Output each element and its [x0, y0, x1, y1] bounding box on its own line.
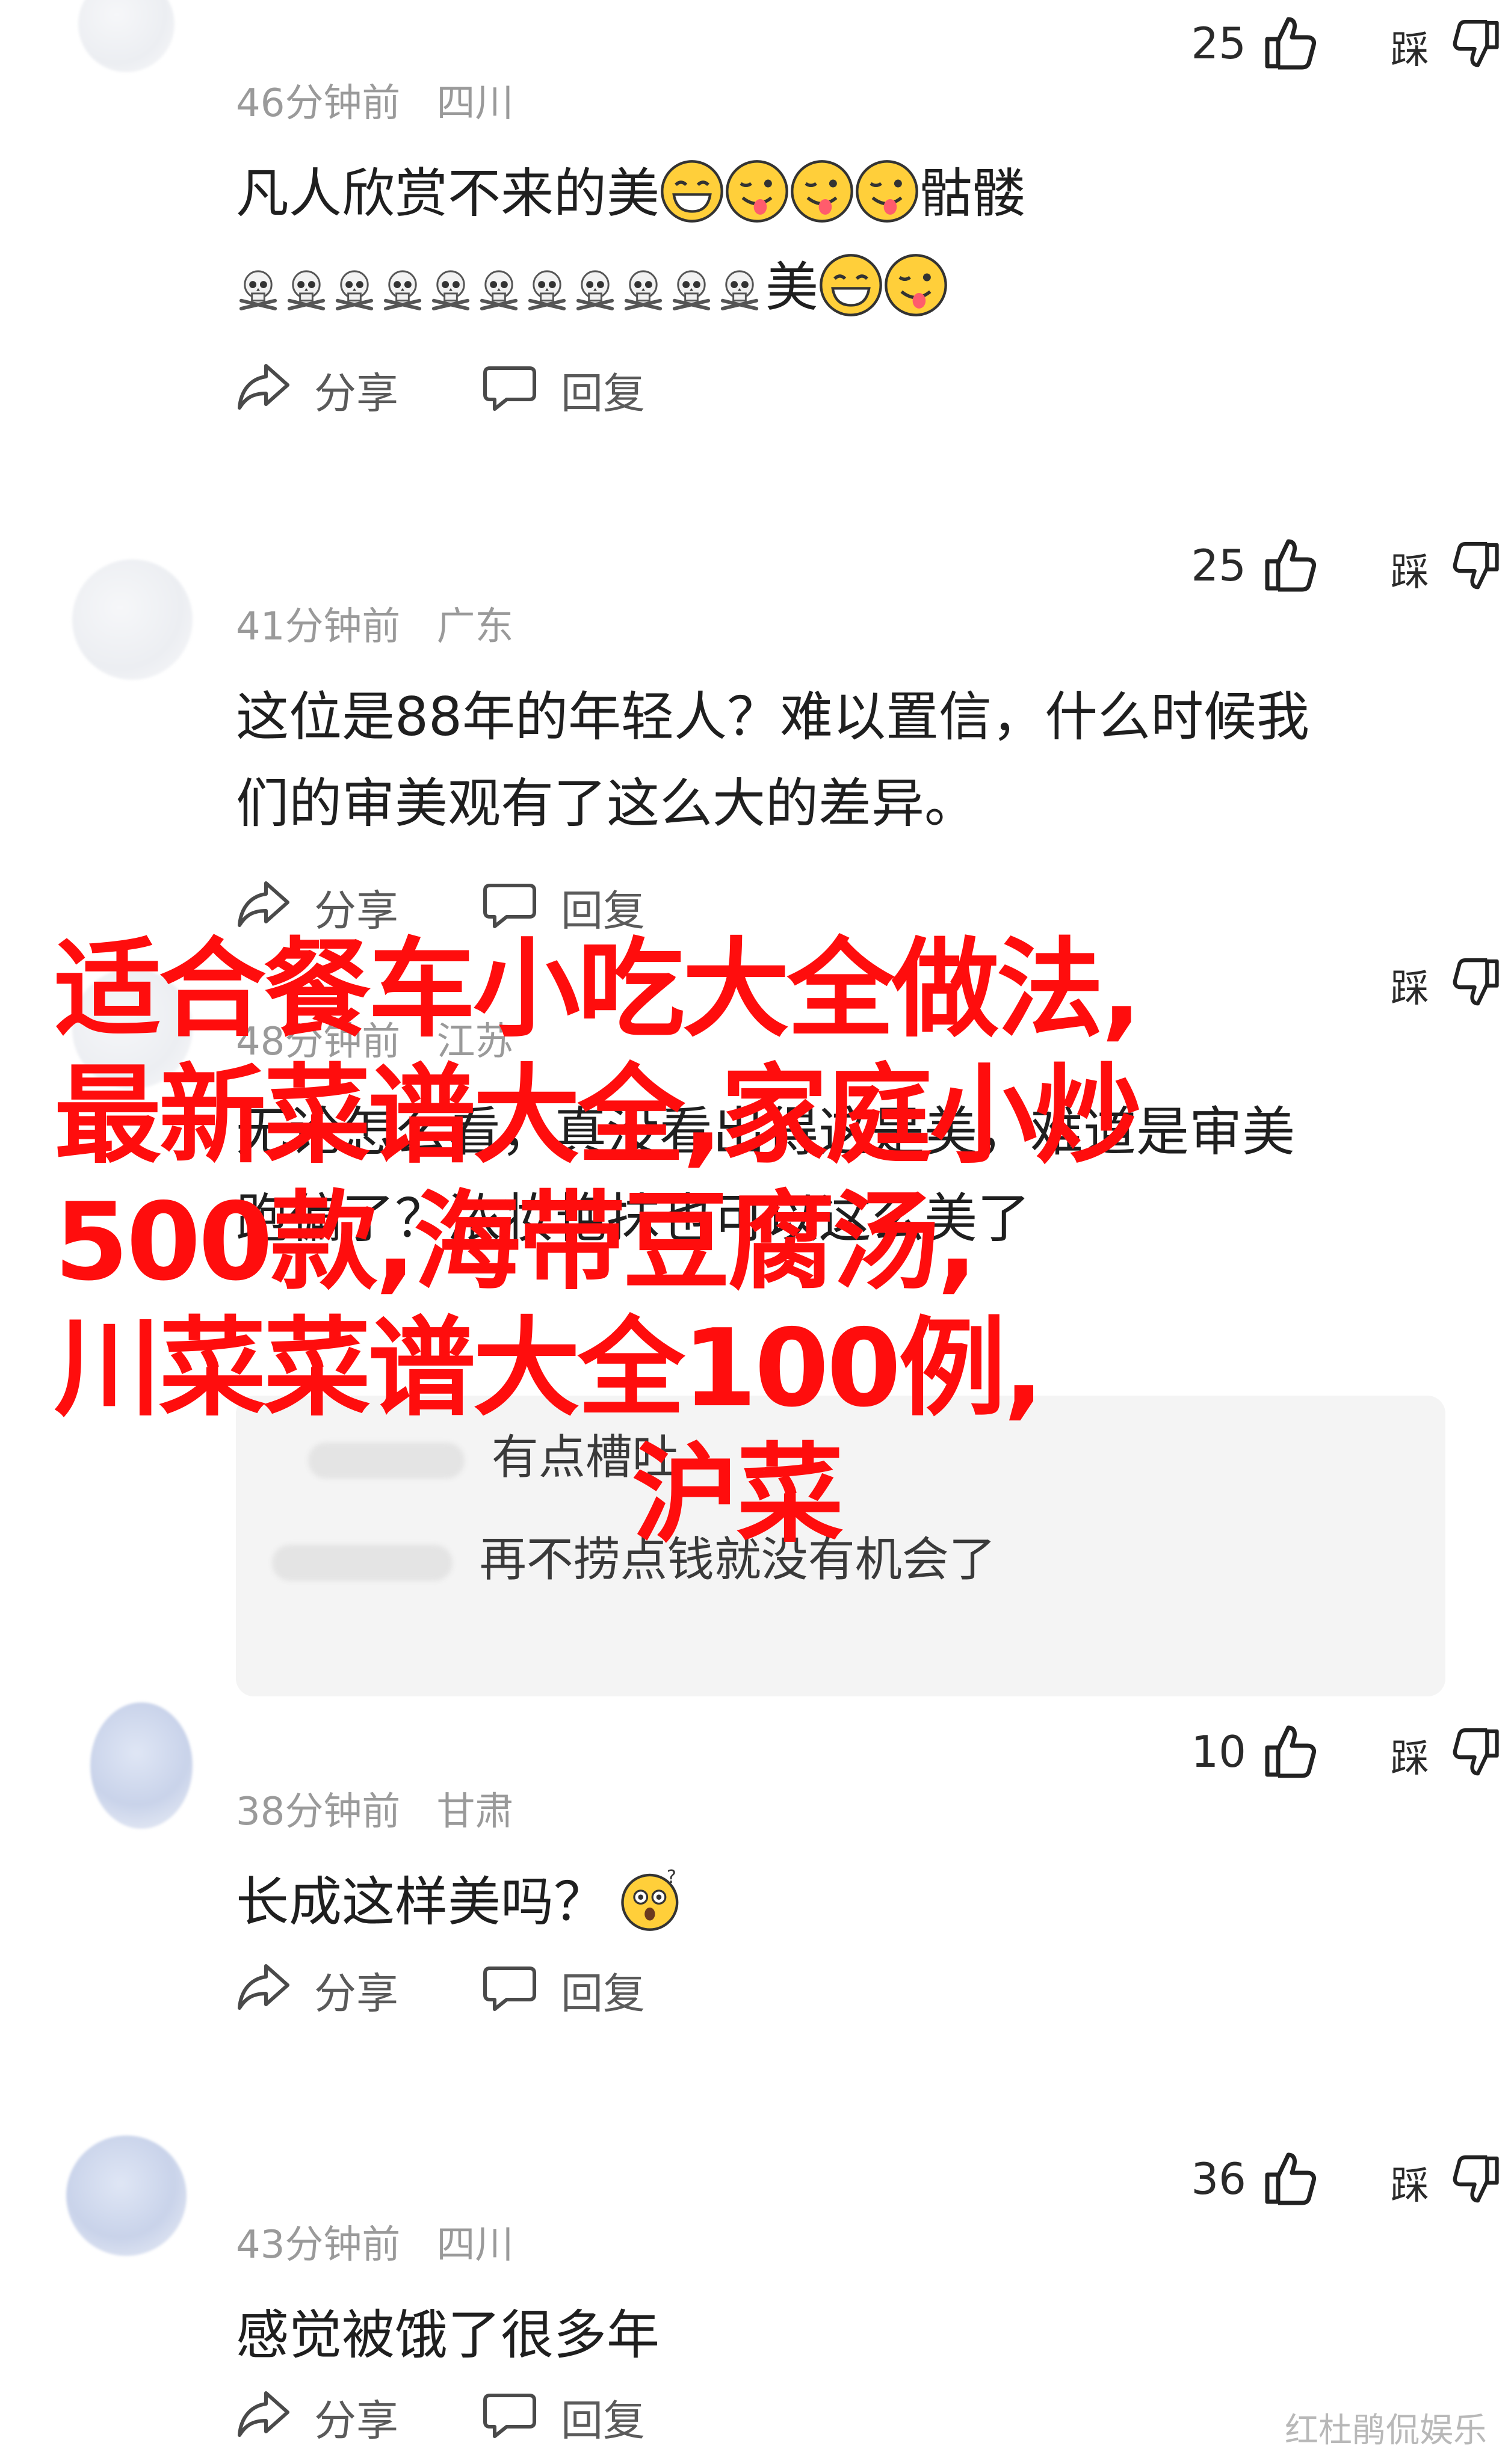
- winking-tongue-face-icon: [791, 160, 853, 223]
- comment-actions: 分享 回复: [236, 1955, 717, 2021]
- grinning-face-icon: [661, 160, 723, 223]
- comment-bubble-icon[interactable]: [483, 363, 537, 411]
- like-count: 25: [1191, 540, 1246, 591]
- comment-time: 46分钟前: [236, 81, 401, 126]
- overlay-line: 适合餐车小吃大全做法,: [54, 927, 1142, 1052]
- comment-content: 这位是88年的年轻人？难以置信，什么时候我 们的审美观有了这么大的差异。: [236, 674, 1427, 847]
- avatar[interactable]: [72, 559, 193, 680]
- avatar[interactable]: [78, 0, 175, 72]
- avatar[interactable]: [66, 2136, 187, 2256]
- share-icon[interactable]: [236, 878, 291, 929]
- thumbs-up-icon[interactable]: [1258, 534, 1318, 594]
- astonished-face-icon: ?: [621, 1867, 679, 1931]
- thumbs-down-icon[interactable]: [1451, 537, 1505, 597]
- comment-text: 长成这样美吗？: [236, 1871, 607, 1933]
- dislike-label[interactable]: 踩: [1391, 19, 1429, 75]
- comment-actions: 分享 回复: [236, 2382, 717, 2448]
- dislike-label[interactable]: 踩: [1391, 541, 1429, 597]
- reply-button[interactable]: 回复: [561, 2387, 645, 2448]
- comment-region: 四川: [436, 81, 514, 126]
- comment-text: 骷髅: [919, 162, 1026, 224]
- reply-button[interactable]: 回复: [561, 360, 645, 420]
- comment-text: 感觉被饿了很多年: [236, 2304, 660, 2366]
- like-count: 10: [1191, 1726, 1246, 1777]
- comment-bubble-icon[interactable]: [483, 881, 537, 929]
- vote-bar: 25 踩: [1090, 534, 1511, 600]
- share-icon[interactable]: [236, 1961, 291, 2012]
- overlay-line: 500款,海带豆腐汤,: [54, 1180, 978, 1304]
- dislike-label[interactable]: 踩: [1391, 1728, 1429, 1783]
- share-icon[interactable]: [236, 2388, 291, 2439]
- comment-meta: 38分钟前 甘肃: [236, 1781, 513, 1836]
- overlay-line: 最新菜谱大全,家庭小炒: [54, 1053, 1142, 1178]
- thumbs-up-icon[interactable]: [1258, 2148, 1318, 2208]
- comment-time: 43分钟前: [236, 2223, 401, 2267]
- thumbs-down-icon[interactable]: [1451, 14, 1505, 75]
- share-button[interactable]: 分享: [314, 2387, 398, 2448]
- overlay-headline: 适合餐车小吃大全做法, 最新菜谱大全,家庭小炒 500款,海带豆腐汤, 川菜菜谱…: [54, 926, 1486, 1558]
- reply-button[interactable]: 回复: [561, 1960, 645, 2021]
- dislike-label[interactable]: 踩: [1391, 2155, 1429, 2210]
- comment-text: 们的审美观有了这么大的差异。: [236, 772, 978, 834]
- like-count: 36: [1191, 2154, 1246, 2204]
- skull-crossbones-icon: [239, 270, 277, 310]
- winking-tongue-face-icon: [885, 254, 947, 316]
- comment-text: 美: [765, 256, 819, 318]
- comment-content: 凡人欣赏不来的美 骷髅 美: [236, 150, 1427, 331]
- skull-crossbones-icon: [287, 270, 326, 310]
- skull-crossbones-icon: [576, 270, 614, 310]
- grinning-face-icon: [820, 254, 882, 316]
- winking-tongue-face-icon: [856, 160, 918, 223]
- comment-time: 41分钟前: [236, 605, 401, 649]
- skull-crossbones-icon: [383, 270, 422, 310]
- comment-content: 长成这样美吗？?: [236, 1859, 1427, 1945]
- vote-bar: 25 踩: [1090, 12, 1511, 78]
- skull-emoji-row: [236, 256, 765, 318]
- skull-crossbones-icon: [335, 270, 374, 310]
- comment-content: 感觉被饿了很多年: [236, 2292, 1427, 2379]
- comment-time: 38分钟前: [236, 1790, 401, 1834]
- watermark: 红杜鹃侃娱乐: [1285, 2411, 1487, 2450]
- skull-crossbones-icon: [720, 270, 759, 310]
- thumbs-down-icon[interactable]: [1451, 1723, 1505, 1783]
- skull-crossbones-icon: [480, 270, 518, 310]
- comment-region: 四川: [436, 2223, 514, 2267]
- skull-crossbones-icon: [431, 270, 470, 310]
- comment-region: 广东: [436, 605, 514, 649]
- thumbs-up-icon[interactable]: [1258, 1720, 1318, 1781]
- skull-crossbones-icon: [672, 270, 711, 310]
- thumbs-up-icon[interactable]: [1258, 12, 1318, 72]
- comment-text: 凡人欣赏不来的美: [236, 162, 660, 224]
- comment-bubble-icon[interactable]: [483, 1964, 537, 2012]
- comment-bubble-icon[interactable]: [483, 2391, 537, 2439]
- vote-bar: 36 踩: [1090, 2148, 1511, 2214]
- comment-region: 甘肃: [436, 1790, 514, 1834]
- overlay-line: 沪菜: [632, 1432, 844, 1557]
- overlay-line: 川菜菜谱大全100例,: [54, 1306, 1044, 1431]
- comment-actions: 分享 回复: [236, 355, 717, 421]
- winking-tongue-face-icon: [726, 160, 788, 223]
- skull-crossbones-icon: [624, 270, 663, 310]
- vote-bar: 10 踩: [1090, 1720, 1511, 1787]
- share-button[interactable]: 分享: [314, 1960, 398, 2021]
- thumbs-down-icon[interactable]: [1451, 2150, 1505, 2210]
- skull-crossbones-icon: [528, 270, 566, 310]
- comment-meta: 46分钟前 四川: [236, 72, 513, 128]
- comment-meta: 41分钟前 广东: [236, 596, 513, 651]
- share-icon[interactable]: [236, 361, 291, 411]
- svg-text:?: ?: [667, 1867, 676, 1888]
- like-count: 25: [1191, 18, 1246, 69]
- avatar[interactable]: [90, 1702, 193, 1829]
- share-button[interactable]: 分享: [314, 360, 398, 420]
- comment-meta: 43分钟前 四川: [236, 2214, 513, 2269]
- comment-text: 这位是88年的年轻人？难以置信，什么时候我: [236, 686, 1309, 748]
